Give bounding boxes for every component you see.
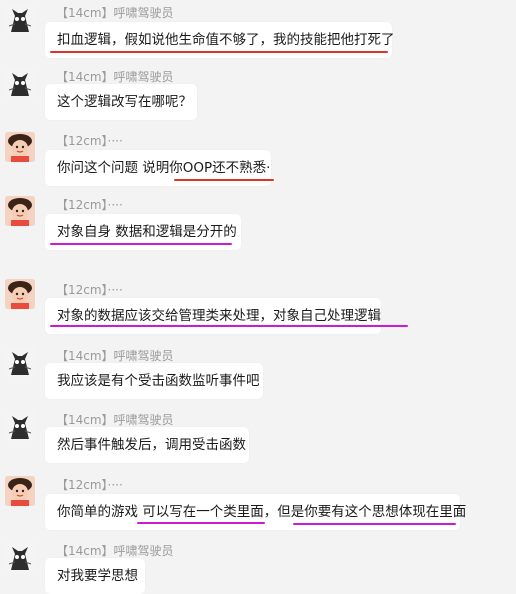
avatar[interactable] [5, 132, 35, 162]
sender-name: 【14cm】呼啸驾驶员 [56, 413, 174, 427]
avatar[interactable] [5, 196, 35, 226]
avatar[interactable] [5, 476, 35, 506]
avatar[interactable] [5, 4, 35, 34]
avatar[interactable] [5, 68, 35, 98]
chat-message: 【12cm】···· 你简单的游戏 可以写在一个类里面，但是你要有这个思想体现在… [0, 472, 516, 534]
chat-message: 【12cm】···· 你问这个问题 说明你OOP还不熟悉· [0, 128, 516, 190]
message-bubble: 这个逻辑改写在哪呢？ [45, 84, 197, 120]
underline-annotation [293, 523, 456, 525]
sender-name: 【14cm】呼啸驾驶员 [56, 544, 174, 558]
sender-name: 【12cm】···· [56, 134, 123, 148]
avatar[interactable] [5, 542, 35, 572]
sender-name: 【12cm】···· [56, 198, 123, 212]
chat-message: 【14cm】呼啸驾驶员 然后事件触发后，调用受击函数 [0, 407, 516, 469]
underline-annotation [50, 243, 232, 245]
sender-name: 【14cm】呼啸驾驶员 [56, 349, 174, 363]
chat-message: 【12cm】···· 对象的数据应该交给管理类来处理，对象自己处理逻辑 [0, 275, 516, 337]
message-text: 扣血逻辑，假如说他生命值不够了，我的技能把他打死了 [57, 32, 395, 48]
sender-name: 【14cm】呼啸驾驶员 [56, 6, 174, 20]
message-text: 你问这个问题 说明你OOP还不熟悉· [57, 160, 271, 176]
message-text: 对象自身 数据和逻辑是分开的 [57, 224, 237, 240]
message-text: 我应该是有个受击函数监听事件吧 [57, 373, 260, 389]
underline-annotation [50, 51, 388, 53]
message-bubble: 对象的数据应该交给管理类来处理，对象自己处理逻辑 [45, 298, 381, 334]
message-text: 然后事件触发后，调用受击函数 [57, 437, 246, 453]
avatar[interactable] [5, 411, 35, 441]
chat-message: 【14cm】呼啸驾驶员 对我要学思想 [0, 538, 516, 594]
underline-annotation [50, 325, 408, 327]
message-text: 对我要学思想 [57, 568, 138, 584]
message-text: 这个逻辑改写在哪呢？ [57, 94, 192, 110]
sender-name: 【12cm】···· [56, 283, 123, 297]
avatar[interactable] [5, 347, 35, 377]
message-bubble: 对我要学思想 [45, 558, 145, 594]
chat-message: 【12cm】···· 对象自身 数据和逻辑是分开的 [0, 192, 516, 254]
underline-annotation [174, 179, 274, 181]
message-text: 对象的数据应该交给管理类来处理，对象自己处理逻辑 [57, 308, 381, 324]
message-bubble: 然后事件触发后，调用受击函数 [45, 427, 249, 463]
underline-annotation [137, 522, 265, 524]
message-text: 你简单的游戏 可以写在一个类里面，但是你要有这个思想体现在里面 [57, 504, 467, 520]
chat-message: 【14cm】呼啸驾驶员 扣血逻辑，假如说他生命值不够了，我的技能把他打死了 [0, 0, 516, 62]
avatar[interactable] [5, 279, 35, 309]
message-bubble: 我应该是有个受击函数监听事件吧 [45, 363, 263, 399]
sender-name: 【14cm】呼啸驾驶员 [56, 70, 174, 84]
chat-message: 【14cm】呼啸驾驶员 这个逻辑改写在哪呢？ [0, 64, 516, 126]
chat-message: 【14cm】呼啸驾驶员 我应该是有个受击函数监听事件吧 [0, 343, 516, 405]
sender-name: 【12cm】···· [56, 478, 123, 492]
